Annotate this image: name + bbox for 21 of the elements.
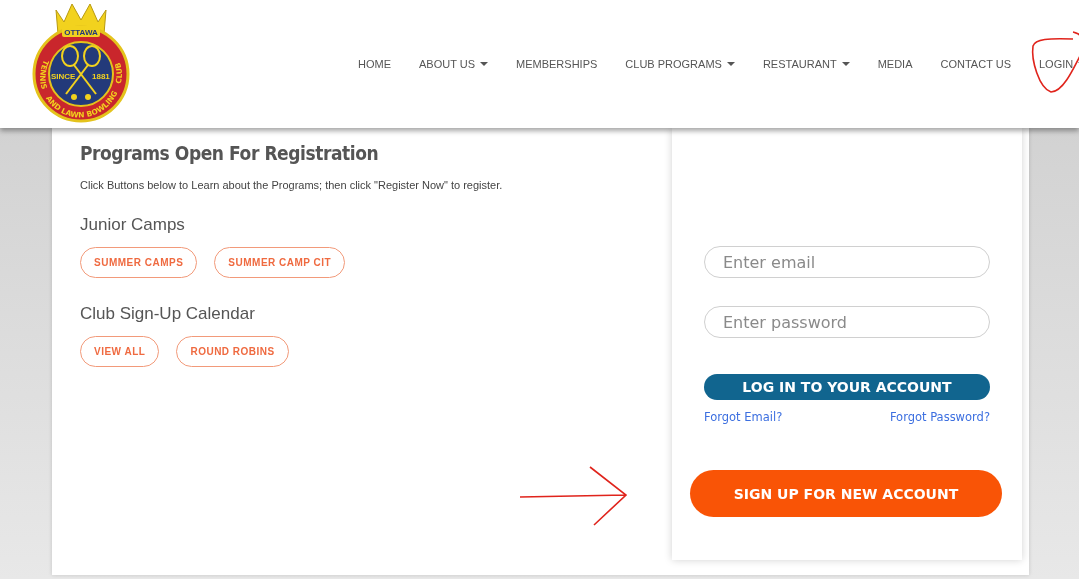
section-title: Programs Open For Registration [80, 142, 380, 164]
email-field[interactable]: Enter email [704, 246, 990, 278]
forgot-email-link[interactable]: Forgot Email? [704, 410, 783, 424]
nav-link[interactable]: MEMBERSHIPS [502, 52, 612, 76]
section-heading: Club Sign-Up Calendar [80, 304, 256, 324]
password-field[interactable]: Enter password [704, 306, 990, 338]
nav-link[interactable]: CONTACT US [926, 52, 1025, 76]
nav-link[interactable]: CLUB PROGRAMS [611, 52, 749, 76]
nav-link[interactable]: HOME [344, 52, 405, 76]
logo-text: 1881 [92, 72, 110, 81]
club-crest-drawing[interactable] [32, 3, 130, 123]
nav-link[interactable]: MEDIA [863, 52, 927, 76]
section-heading: Junior Camps [80, 215, 186, 235]
intro-text: Click Buttons below to Learn about the Programs; then click "Register Now" to register. [80, 179, 504, 191]
nav-link[interactable]: ABOUT US [405, 52, 503, 76]
logo-text: SINCE [51, 72, 76, 81]
login-button[interactable]: LOG IN TO YOUR ACCOUNT [704, 374, 990, 400]
nav-link[interactable]: LOGIN [1025, 52, 1079, 76]
forgot-password-link[interactable]: Forgot Password? [889, 410, 990, 424]
logo-text: OTTAWA [64, 28, 98, 37]
nav-link[interactable]: RESTAURANT [748, 52, 864, 76]
